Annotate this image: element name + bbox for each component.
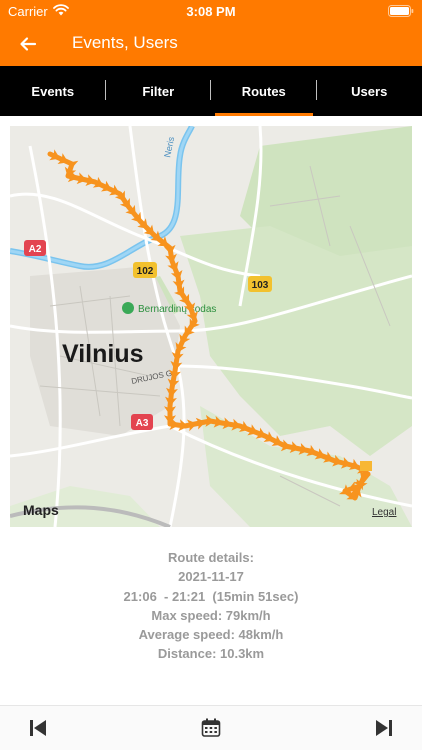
road-shield: A2 — [24, 240, 46, 256]
bottom-toolbar — [0, 705, 422, 750]
battery-icon — [388, 5, 414, 17]
legal-link[interactable]: Legal — [372, 507, 396, 518]
tab-label: Routes — [241, 83, 286, 99]
map-canvas: Vilnius Bernardinų sodas Neris DRUJOS G.… — [10, 126, 412, 527]
status-time: 3:08 PM — [186, 4, 236, 19]
tab-label: Events — [31, 83, 75, 99]
skip-back-icon[interactable] — [28, 718, 48, 738]
tab-users[interactable]: Users — [317, 66, 422, 116]
map-poi-label: Bernardinų sodas — [138, 304, 216, 315]
route-details: Route details: 2021-11-17 21:06 - 21:21 … — [0, 548, 422, 664]
route-time-range: 21:06 - 21:21 (15min 51sec) — [123, 588, 299, 604]
status-bar: Carrier 3:08 PM — [0, 0, 422, 24]
road-shield: 103 — [248, 276, 272, 292]
header: Carrier 3:08 PM Events, Users — [0, 0, 422, 66]
navigation-bar: Events, Users — [0, 24, 422, 66]
maps-attribution: Maps — [23, 502, 59, 518]
tab-label: Users — [351, 83, 388, 99]
route-distance: Distance: 10.3km — [157, 646, 265, 662]
tab-filter[interactable]: Filter — [106, 66, 211, 116]
road-shield: 102 — [133, 262, 157, 278]
tab-label: Filter — [142, 83, 175, 99]
tab-events[interactable]: Events — [0, 66, 106, 116]
svg-text:A3: A3 — [136, 418, 149, 429]
route-max-speed: Max speed: 79km/h — [151, 607, 271, 623]
svg-text:103: 103 — [252, 280, 269, 291]
map-city-label: Vilnius — [62, 340, 144, 368]
back-button[interactable] — [14, 30, 42, 58]
route-date: 2021-11-17 — [178, 569, 244, 585]
svg-text:A2: A2 — [29, 244, 42, 255]
tab-routes[interactable]: Routes — [211, 66, 317, 116]
road-shield: A3 — [131, 414, 153, 430]
calendar-icon[interactable] — [201, 718, 221, 738]
skip-forward-icon[interactable] — [374, 718, 394, 738]
svg-text:102: 102 — [137, 266, 154, 277]
tab-bar: Events Filter Routes Users — [0, 66, 422, 116]
page-title: Events, Users — [72, 33, 178, 52]
route-average-speed: Average speed: 48km/h — [138, 627, 284, 643]
route-map[interactable]: Vilnius Bernardinų sodas Neris DRUJOS G.… — [10, 126, 412, 527]
map-river-label: Neris — [162, 135, 176, 158]
route-details-heading: Route details: — [168, 550, 254, 565]
apple-maps-logo: Maps — [22, 502, 59, 518]
